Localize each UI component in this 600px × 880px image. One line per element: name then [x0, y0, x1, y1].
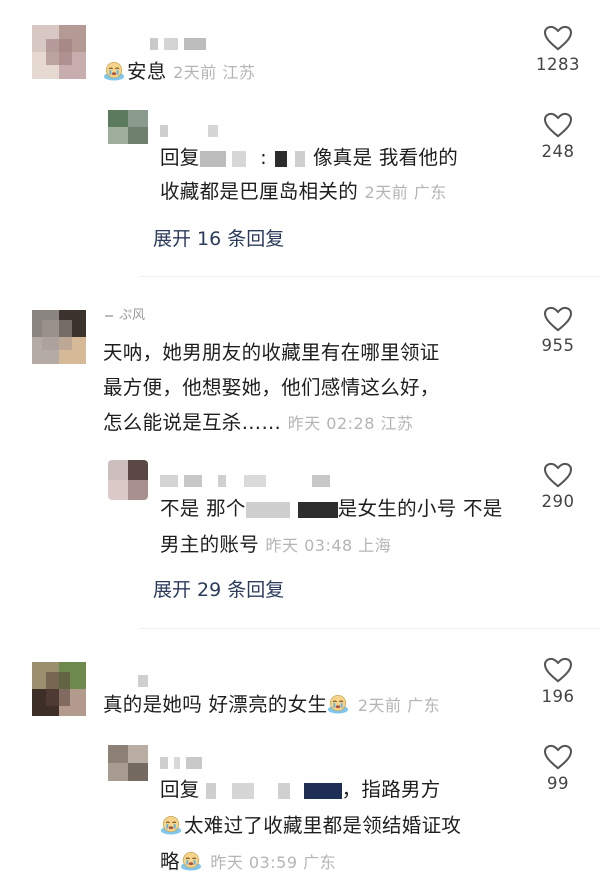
heart-icon: [543, 657, 573, 683]
like-count: 196: [541, 687, 575, 706]
like-count: 955: [541, 336, 575, 355]
username-blurred[interactable]: [138, 670, 154, 687]
comment-text: 最方便，他想娶她，他们感情这么好，: [103, 376, 440, 399]
reply-text: 收藏都是巴厘岛相关的 2天前 广东: [160, 180, 447, 203]
reply-text: 男主的账号 昨天 03:48 上海: [160, 533, 392, 556]
comment-text: 天呐，她男朋友的收藏里有在哪里领证: [103, 341, 440, 364]
expand-replies-button[interactable]: 展开 16 条回复: [153, 224, 284, 251]
heart-icon: [543, 112, 573, 138]
reply-meta: 昨天 03:48 上海: [265, 536, 392, 555]
avatar[interactable]: [32, 25, 86, 79]
heart-icon: [543, 306, 573, 332]
comment-text: 怎么能说是互杀…… 昨天 02:28 江苏: [103, 411, 414, 434]
like-count: 248: [541, 142, 575, 161]
like-button[interactable]: 196: [528, 657, 588, 706]
like-button[interactable]: 290: [528, 462, 588, 511]
like-button[interactable]: 955: [528, 306, 588, 355]
like-count: 99: [547, 774, 569, 793]
username-blurred[interactable]: [150, 33, 212, 50]
like-button[interactable]: 99: [528, 744, 588, 793]
reply-meta: 昨天 03:59 广东: [210, 853, 337, 872]
comment-meta: 2天前 广东: [357, 696, 441, 715]
avatar[interactable]: [108, 110, 148, 144]
crying-face-emoji-icon: [180, 851, 202, 871]
comment-meta: 昨天 02:28 江苏: [287, 414, 414, 433]
crying-face-emoji-icon: [327, 694, 349, 714]
username[interactable]: ぷ风: [105, 309, 145, 323]
avatar[interactable]: [108, 460, 148, 500]
avatar[interactable]: [32, 662, 86, 716]
heart-icon: [543, 744, 573, 770]
like-count: 1283: [536, 55, 580, 74]
comment-text: 安息 2天前 江苏: [103, 55, 255, 90]
reply-meta: 2天前 广东: [364, 183, 447, 202]
heart-icon: [543, 462, 573, 488]
avatar[interactable]: [32, 310, 86, 364]
like-button[interactable]: 248: [528, 112, 588, 161]
username-blurred[interactable]: [160, 120, 224, 137]
reply-text: 不是 那个 是女生的小号 不是: [160, 497, 503, 520]
crying-face-emoji-icon: [103, 61, 125, 81]
heart-icon: [543, 25, 573, 51]
comment-text: 真的是她吗 好漂亮的女生 2天前 广东: [103, 693, 441, 716]
reply-text: 略 昨天 03:59 广东: [160, 850, 337, 873]
crying-face-emoji-icon: [160, 815, 182, 835]
reply-text: 回复 ，指路男方: [160, 778, 441, 801]
comment-meta: 2天前 江苏: [173, 63, 256, 82]
redacted: [199, 150, 226, 167]
like-button[interactable]: 1283: [528, 25, 588, 74]
divider: [140, 276, 600, 277]
username-blurred[interactable]: [160, 752, 208, 769]
avatar[interactable]: [108, 745, 148, 781]
expand-replies-button[interactable]: 展开 29 条回复: [153, 575, 284, 602]
reply-text: 回复 : 像真是 我看他的: [160, 146, 459, 169]
username-blurred[interactable]: [160, 470, 336, 487]
like-count: 290: [541, 492, 575, 511]
divider: [140, 628, 600, 629]
reply-text: 太难过了收藏里都是领结婚证攻: [160, 809, 461, 843]
